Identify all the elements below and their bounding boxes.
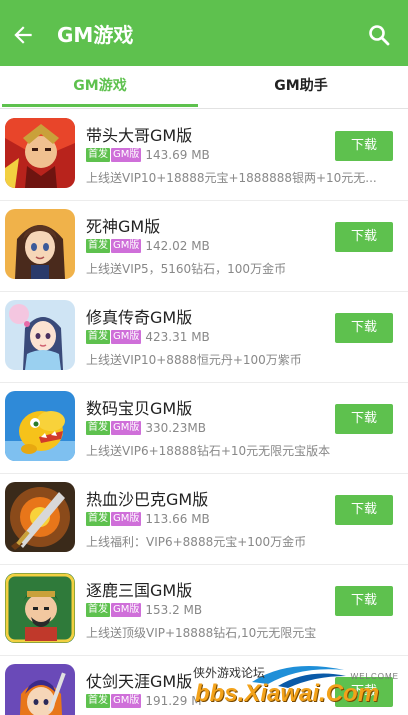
list-item[interactable]: 带头大哥GM版 首发 GM版 143.69 MB 上线送VIP10+18888元… — [0, 110, 408, 201]
gm-version-badge: GM版 — [111, 239, 142, 253]
list-item[interactable]: 死神GM版 首发 GM版 142.02 MB 上线送VIP5，5160钻石，10… — [0, 201, 408, 292]
download-button[interactable]: 下载 — [335, 222, 393, 252]
file-size: 153.2 MB — [145, 603, 203, 617]
list-item[interactable]: 热血沙巴克GM版 首发 GM版 113.66 MB 上线福利：VIP6+8888… — [0, 474, 408, 565]
page-title: GM游戏 — [57, 23, 134, 47]
gm-version-badge: GM版 — [111, 512, 142, 526]
game-meta: 首发 GM版 191.29 M — [86, 693, 202, 709]
three-kingdoms-warrior-icon — [5, 573, 75, 643]
game-meta: 首发 GM版 423.31 MB — [86, 329, 210, 345]
game-name: 修真传奇GM版 — [86, 308, 193, 327]
app-bar: GM游戏 — [0, 0, 408, 66]
file-size: 113.66 MB — [145, 512, 210, 526]
first-release-badge: 首发 — [86, 148, 110, 162]
tab-gm-games[interactable]: GM游戏 — [0, 66, 200, 109]
game-meta: 首发 GM版 330.23MB — [86, 420, 206, 436]
game-description: 上线送VIP10+8888恒元丹+100万紫币 — [86, 353, 302, 367]
swordsman-icon — [5, 664, 75, 715]
gm-version-badge: GM版 — [111, 148, 142, 162]
game-name: 死神GM版 — [86, 217, 161, 236]
game-list: 带头大哥GM版 首发 GM版 143.69 MB 上线送VIP10+18888元… — [0, 110, 408, 715]
yellow-dinosaur-icon — [5, 391, 75, 461]
first-release-badge: 首发 — [86, 512, 110, 526]
list-item[interactable]: 逐鹿三国GM版 首发 GM版 153.2 MB 上线送顶级VIP+18888钻石… — [0, 565, 408, 656]
first-release-badge: 首发 — [86, 239, 110, 253]
warrior-red-icon — [5, 118, 75, 188]
flaming-sword-icon — [5, 482, 75, 552]
first-release-badge: 首发 — [86, 330, 110, 344]
game-meta: 首发 GM版 113.66 MB — [86, 511, 210, 527]
download-button[interactable]: 下载 — [335, 404, 393, 434]
game-name: 数码宝贝GM版 — [86, 399, 193, 418]
game-name: 热血沙巴克GM版 — [86, 490, 209, 509]
gm-version-badge: GM版 — [111, 603, 142, 617]
forum-watermark: 侠外游戏论坛 WELCOME bbs.Xiawai.Com — [193, 660, 405, 715]
first-release-badge: 首发 — [86, 694, 110, 708]
download-button[interactable]: 下载 — [335, 313, 393, 343]
active-tab-indicator — [2, 104, 198, 107]
watermark-url: bbs.Xiawai.Com — [195, 680, 380, 707]
tab-gm-helper[interactable]: GM助手 — [200, 66, 402, 109]
list-item[interactable]: 数码宝贝GM版 首发 GM版 330.23MB 上线送VIP6+18888钻石+… — [0, 383, 408, 474]
download-button[interactable]: 下载 — [335, 131, 393, 161]
arrow-back-icon[interactable] — [10, 22, 36, 48]
file-size: 143.69 MB — [145, 148, 210, 162]
file-size: 330.23MB — [145, 421, 206, 435]
game-description: 上线送VIP10+18888元宝+1888888银两+10元无... — [86, 171, 377, 185]
game-name: 带头大哥GM版 — [86, 126, 193, 145]
gm-version-badge: GM版 — [111, 421, 142, 435]
first-release-badge: 首发 — [86, 603, 110, 617]
first-release-badge: 首发 — [86, 421, 110, 435]
game-description: 上线送顶级VIP+18888钻石,10元无限元宝 — [86, 626, 317, 640]
download-button[interactable]: 下载 — [335, 495, 393, 525]
download-button[interactable]: 下载 — [335, 586, 393, 616]
fairy-girl-icon — [5, 300, 75, 370]
game-description: 上线福利：VIP6+8888元宝+100万金币 — [86, 535, 307, 549]
gm-version-badge: GM版 — [111, 330, 142, 344]
watermark-site-name: 侠外游戏论坛 — [193, 666, 266, 680]
game-description: 上线送VIP5，5160钻石，100万金币 — [86, 262, 287, 276]
game-meta: 首发 GM版 143.69 MB — [86, 147, 210, 163]
search-icon[interactable] — [367, 23, 391, 47]
file-size: 142.02 MB — [145, 239, 210, 253]
list-item[interactable]: 修真传奇GM版 首发 GM版 423.31 MB 上线送VIP10+8888恒元… — [0, 292, 408, 383]
game-name: 逐鹿三国GM版 — [86, 581, 193, 600]
file-size: 423.31 MB — [145, 330, 210, 344]
gm-version-badge: GM版 — [111, 694, 142, 708]
game-name: 仗剑天涯GM版 — [86, 672, 193, 691]
game-description: 上线送VIP6+18888钻石+10元无限元宝版本 — [86, 444, 331, 458]
game-meta: 首发 GM版 142.02 MB — [86, 238, 210, 254]
anime-girl-icon — [5, 209, 75, 279]
game-meta: 首发 GM版 153.2 MB — [86, 602, 202, 618]
tab-bar: GM游戏 GM助手 — [0, 66, 408, 109]
